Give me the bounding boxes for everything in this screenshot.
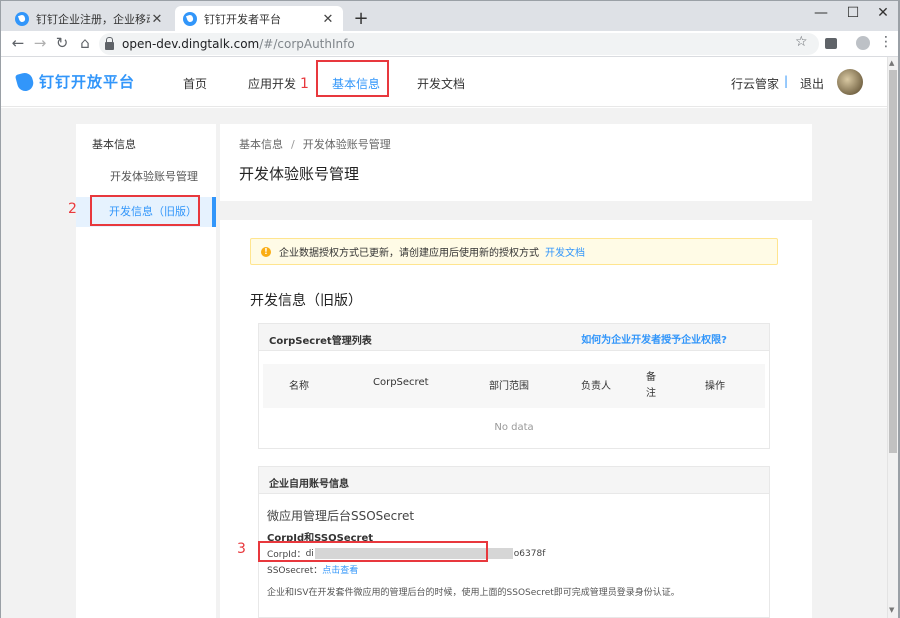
extension-icon[interactable] [825, 38, 837, 49]
column-header: 部门范围 [489, 381, 529, 392]
browser-tab-bar: 钉钉企业注册，企业移动办公， ✕ 钉钉开发者平台 ✕ + — ☐ ✕ [0, 0, 900, 32]
card-title: 企业自用账号信息 [269, 479, 349, 490]
annotation-number-3: 3 [237, 541, 246, 557]
nav-home[interactable]: 首页 [183, 75, 207, 92]
minimize-icon[interactable]: — [811, 5, 831, 21]
notice-text: 企业数据授权方式已更新，请创建应用后使用新的授权方式 [279, 248, 539, 259]
url-host: open-dev.dingtalk.com [122, 37, 260, 51]
scrollbar-thumb[interactable] [889, 70, 897, 453]
tab-label: 钉钉开发者平台 [204, 13, 281, 26]
scroll-up-icon[interactable]: ▲ [889, 59, 894, 67]
sidebar-title: 基本信息 [92, 138, 136, 151]
table-header: 名称 CorpSecret 部门范围 负责人 备 注 操作 [263, 364, 765, 408]
tab-close-icon[interactable]: ✕ [321, 12, 335, 27]
sidebar-item-label: 开发体验账号管理 [110, 170, 198, 183]
site-logo[interactable]: 钉钉开放平台 [14, 70, 136, 93]
nav-app-dev[interactable]: 应用开发 [248, 75, 296, 92]
sso-subtitle: 微应用管理后台SSOSecret [267, 509, 415, 523]
table-empty-state: No data [494, 422, 534, 433]
annotation-number-2: 2 [68, 201, 77, 217]
browser-toolbar: ← → ↻ ⌂ open-dev.dingtalk.com /#/corpAut… [0, 31, 900, 57]
header-separator: | [784, 74, 789, 88]
tab-label: 钉钉企业注册，企业移动办公， [36, 13, 150, 26]
sidebar-item-experience-accounts[interactable]: 开发体验账号管理 [76, 162, 216, 192]
column-header: 备 [646, 372, 656, 383]
ssosecret-row: SSOsecret：点击查看 [267, 563, 358, 576]
warning-icon: ! [261, 246, 271, 257]
breadcrumb-separator: / [291, 138, 295, 151]
window-close-icon[interactable]: ✕ [873, 5, 893, 21]
breadcrumb-current: 开发体验账号管理 [302, 138, 391, 151]
notice-banner: ! 企业数据授权方式已更新，请创建应用后使用新的授权方式 开发文档 [250, 238, 778, 265]
user-name[interactable]: 行云管家 [731, 75, 779, 92]
breadcrumb: 基本信息 / 开发体验账号管理 [239, 136, 391, 152]
column-header: 负责人 [581, 381, 611, 392]
scroll-down-icon[interactable]: ▼ [889, 606, 894, 614]
column-header: 操作 [705, 381, 725, 392]
grant-permission-help-link[interactable]: 如何为企业开发者授予企业权限? [581, 331, 727, 346]
breadcrumb-panel: 基本信息 / 开发体验账号管理 开发体验账号管理 [220, 124, 812, 201]
card-header: CorpSecret管理列表 如何为企业开发者授予企业权限? [259, 324, 769, 351]
url-path: /#/corpAuthInfo [259, 37, 355, 51]
view-ssosecret-link[interactable]: 点击查看 [322, 566, 358, 576]
logout-link[interactable]: 退出 [800, 75, 824, 92]
annotation-box-2 [90, 195, 200, 226]
column-header: 名称 [289, 381, 309, 392]
new-tab-button[interactable]: + [351, 8, 371, 29]
reload-icon[interactable]: ↻ [53, 34, 71, 52]
maximize-icon[interactable]: ☐ [843, 5, 863, 21]
dingtalk-favicon-icon [183, 12, 197, 26]
browser-menu-icon[interactable]: ⋮ [879, 34, 893, 50]
card-title: CorpSecret管理列表 [269, 336, 372, 347]
annotation-box-1 [316, 60, 389, 97]
sidebar-active-indicator [212, 197, 216, 227]
browser-tab-dev-platform[interactable]: 钉钉开发者平台 ✕ [175, 6, 343, 32]
dingtalk-logo-icon [14, 70, 36, 93]
sso-description: 企业和ISV在开发套件微应用的管理后台的时候，使用上面的SSOSecret即可完… [267, 588, 680, 598]
annotation-box-3 [258, 541, 488, 562]
page-title: 开发体验账号管理 [239, 165, 360, 183]
nav-dev-docs[interactable]: 开发文档 [417, 75, 465, 92]
avatar[interactable] [837, 69, 863, 95]
site-header: 钉钉开放平台 首页 应用开发 基本信息 开发文档 行云管家 | 退出 [1, 57, 887, 107]
column-header: CorpSecret [373, 377, 429, 388]
column-header: 注 [646, 388, 656, 399]
window-frame [0, 0, 1, 618]
back-icon[interactable]: ← [9, 34, 27, 52]
card-header: 企业自用账号信息 [259, 467, 769, 494]
notice-docs-link[interactable]: 开发文档 [545, 244, 585, 259]
lock-icon [105, 37, 114, 50]
forward-icon[interactable]: → [31, 34, 49, 52]
corpid-suffix: o6378f [513, 548, 546, 559]
logo-text: 钉钉开放平台 [39, 73, 136, 91]
profile-icon[interactable] [856, 36, 870, 50]
breadcrumb-root[interactable]: 基本信息 [239, 138, 283, 151]
home-icon[interactable]: ⌂ [76, 34, 94, 52]
annotation-number-1: 1 [300, 76, 309, 92]
corpsecret-card: CorpSecret管理列表 如何为企业开发者授予企业权限? 名称 CorpSe… [258, 323, 770, 449]
dingtalk-favicon-icon [15, 12, 29, 26]
address-bar[interactable]: open-dev.dingtalk.com /#/corpAuthInfo [99, 33, 819, 55]
section-title: 开发信息（旧版） [250, 293, 362, 309]
ssosecret-label: SSOsecret： [267, 566, 323, 576]
bookmark-star-icon[interactable]: ☆ [795, 34, 808, 50]
browser-tab-dingtalk-home[interactable]: 钉钉企业注册，企业移动办公， ✕ [7, 6, 172, 32]
tab-close-icon[interactable]: ✕ [150, 12, 164, 27]
